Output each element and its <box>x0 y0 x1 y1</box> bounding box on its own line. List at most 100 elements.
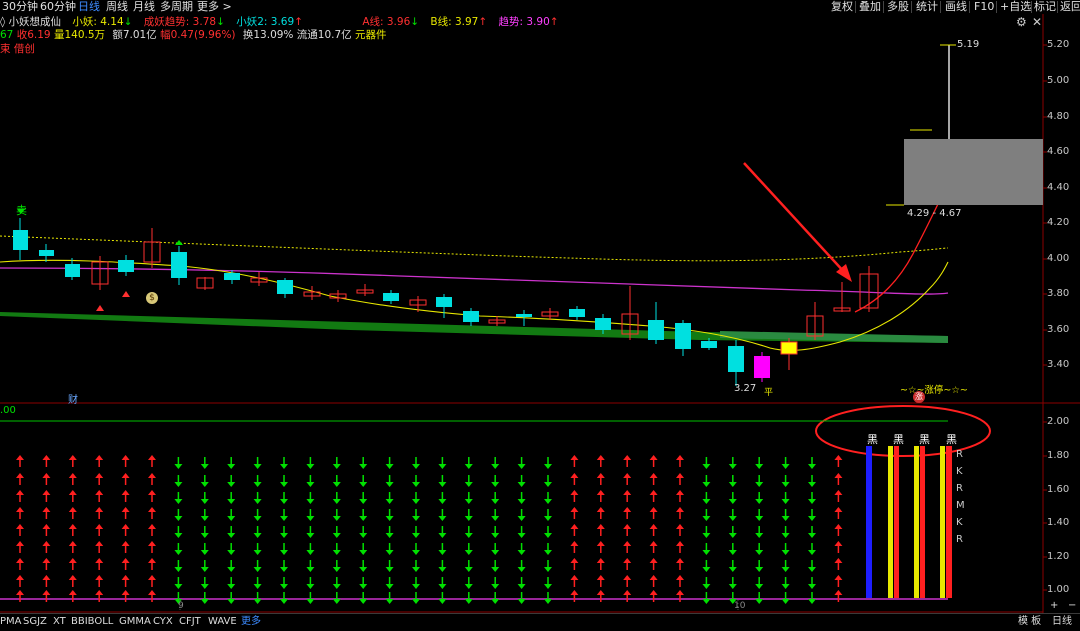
up-arrow-icon <box>676 541 684 546</box>
up-arrow-icon <box>42 558 51 563</box>
down-arrow-icon <box>808 533 816 538</box>
up-arrow-icon <box>649 455 658 460</box>
down-arrow-icon <box>253 567 262 572</box>
down-arrow-icon <box>808 550 816 555</box>
tab-pma[interactable]: PMA <box>0 615 22 629</box>
price-tick: 4.80 <box>1047 111 1070 122</box>
down-arrow-icon <box>464 550 473 555</box>
tab-bbiboll[interactable]: BBIBOLL <box>71 615 113 629</box>
down-arrow-icon <box>200 584 209 589</box>
tab-cyx[interactable]: CYX <box>153 615 173 629</box>
up-arrow-icon <box>42 524 51 529</box>
up-arrow-icon <box>570 558 579 563</box>
zoom-out-button[interactable]: − <box>1068 599 1076 613</box>
up-arrow-icon <box>834 473 843 478</box>
sub-left-value: .00 <box>0 405 16 416</box>
black-label-3: 黑 <box>919 433 930 446</box>
down-arrow-icon <box>464 599 473 604</box>
down-arrow-icon <box>200 482 209 487</box>
up-arrow-icon <box>121 507 130 512</box>
down-arrow-icon <box>174 482 183 487</box>
price-tick: 5.20 <box>1047 39 1070 50</box>
up-arrow-icon <box>121 473 130 478</box>
down-arrow-icon <box>306 567 315 572</box>
tab-more[interactable]: 更多 <box>241 615 261 629</box>
tab-cfjt[interactable]: CFJT <box>179 615 201 629</box>
down-arrow-icon <box>781 464 790 469</box>
down-arrow-icon <box>491 464 500 469</box>
down-arrow-icon <box>385 482 394 487</box>
down-arrow-icon <box>781 499 790 504</box>
kline-chart[interactable] <box>0 0 1080 613</box>
down-arrow-icon <box>702 567 711 572</box>
down-arrow-icon <box>306 499 315 504</box>
down-arrow-icon <box>755 464 764 469</box>
up-arrow-icon <box>570 507 579 512</box>
down-arrow-icon <box>174 567 183 572</box>
up-arrow-icon <box>68 558 77 563</box>
down-arrow-icon <box>491 516 500 521</box>
template-button[interactable]: 模 板 <box>1018 615 1041 629</box>
down-arrow-icon <box>174 533 183 538</box>
black-label-4: 黑 <box>946 433 957 446</box>
down-arrow-icon <box>517 550 526 555</box>
down-arrow-icon <box>464 464 473 469</box>
up-arrow-icon <box>68 507 77 512</box>
ma-dotted-line <box>0 235 949 262</box>
down-arrow-icon <box>174 499 183 504</box>
down-arrow-icon <box>808 499 816 504</box>
down-arrow-icon <box>306 464 315 469</box>
down-arrow-icon <box>306 533 315 538</box>
down-arrow-icon <box>544 584 552 589</box>
zoom-in-button[interactable]: + <box>1050 599 1058 613</box>
down-arrow-icon <box>280 482 288 487</box>
down-arrow-icon <box>253 550 262 555</box>
tab-gmma[interactable]: GMMA <box>119 615 151 629</box>
up-arrow-icon <box>16 575 24 580</box>
down-arrow-icon <box>808 464 816 469</box>
down-arrow-icon <box>280 533 288 538</box>
down-arrow-icon <box>808 599 816 604</box>
up-arrow-icon <box>623 507 632 512</box>
down-arrow-icon <box>544 567 552 572</box>
up-arrow-icon <box>16 541 24 546</box>
ping-label: 平 <box>764 388 774 398</box>
down-arrow-icon <box>544 482 552 487</box>
down-arrow-icon <box>702 599 711 604</box>
cai-label: 财 <box>68 395 78 406</box>
up-arrow-icon <box>16 473 24 478</box>
down-arrow-icon <box>385 550 394 555</box>
down-arrow-icon <box>385 516 394 521</box>
down-arrow-icon <box>227 516 236 521</box>
down-arrow-icon <box>359 499 368 504</box>
down-arrow-icon <box>385 599 394 604</box>
down-arrow-icon <box>781 516 790 521</box>
tab-xt[interactable]: XT <box>53 615 66 629</box>
period-daily-label[interactable]: 日线 <box>1052 615 1072 629</box>
indicator-tabs: PMA SGJZ XT BBIBOLL GMMA CYX CFJT WAVE 更… <box>0 600 1080 631</box>
up-arrow-icon <box>16 455 24 460</box>
down-arrow-icon <box>280 464 288 469</box>
up-arrow-icon <box>649 590 658 595</box>
sub-tick: 1.40 <box>1047 517 1070 528</box>
target-range-box <box>904 139 1043 205</box>
up-arrow-icon <box>596 473 605 478</box>
sub-tick: 1.20 <box>1047 551 1070 562</box>
down-arrow-icon <box>464 482 473 487</box>
down-arrow-icon <box>280 584 288 589</box>
tab-sgjz[interactable]: SGJZ <box>23 615 47 629</box>
down-arrow-icon <box>544 533 552 538</box>
price-tick: 4.60 <box>1047 146 1070 157</box>
up-arrow-icon <box>623 490 632 495</box>
down-arrow-icon <box>491 499 500 504</box>
down-arrow-icon <box>306 482 315 487</box>
price-tick: 3.60 <box>1047 324 1070 335</box>
down-arrow-icon <box>385 499 394 504</box>
zhangting-label: ~☆~涨停~☆~ <box>900 385 968 396</box>
down-arrow-icon <box>332 584 341 589</box>
tab-wave[interactable]: WAVE <box>208 615 237 629</box>
down-arrow-icon <box>253 584 262 589</box>
down-arrow-icon <box>728 499 737 504</box>
down-arrow-icon <box>385 533 394 538</box>
down-arrow-icon <box>491 599 500 604</box>
